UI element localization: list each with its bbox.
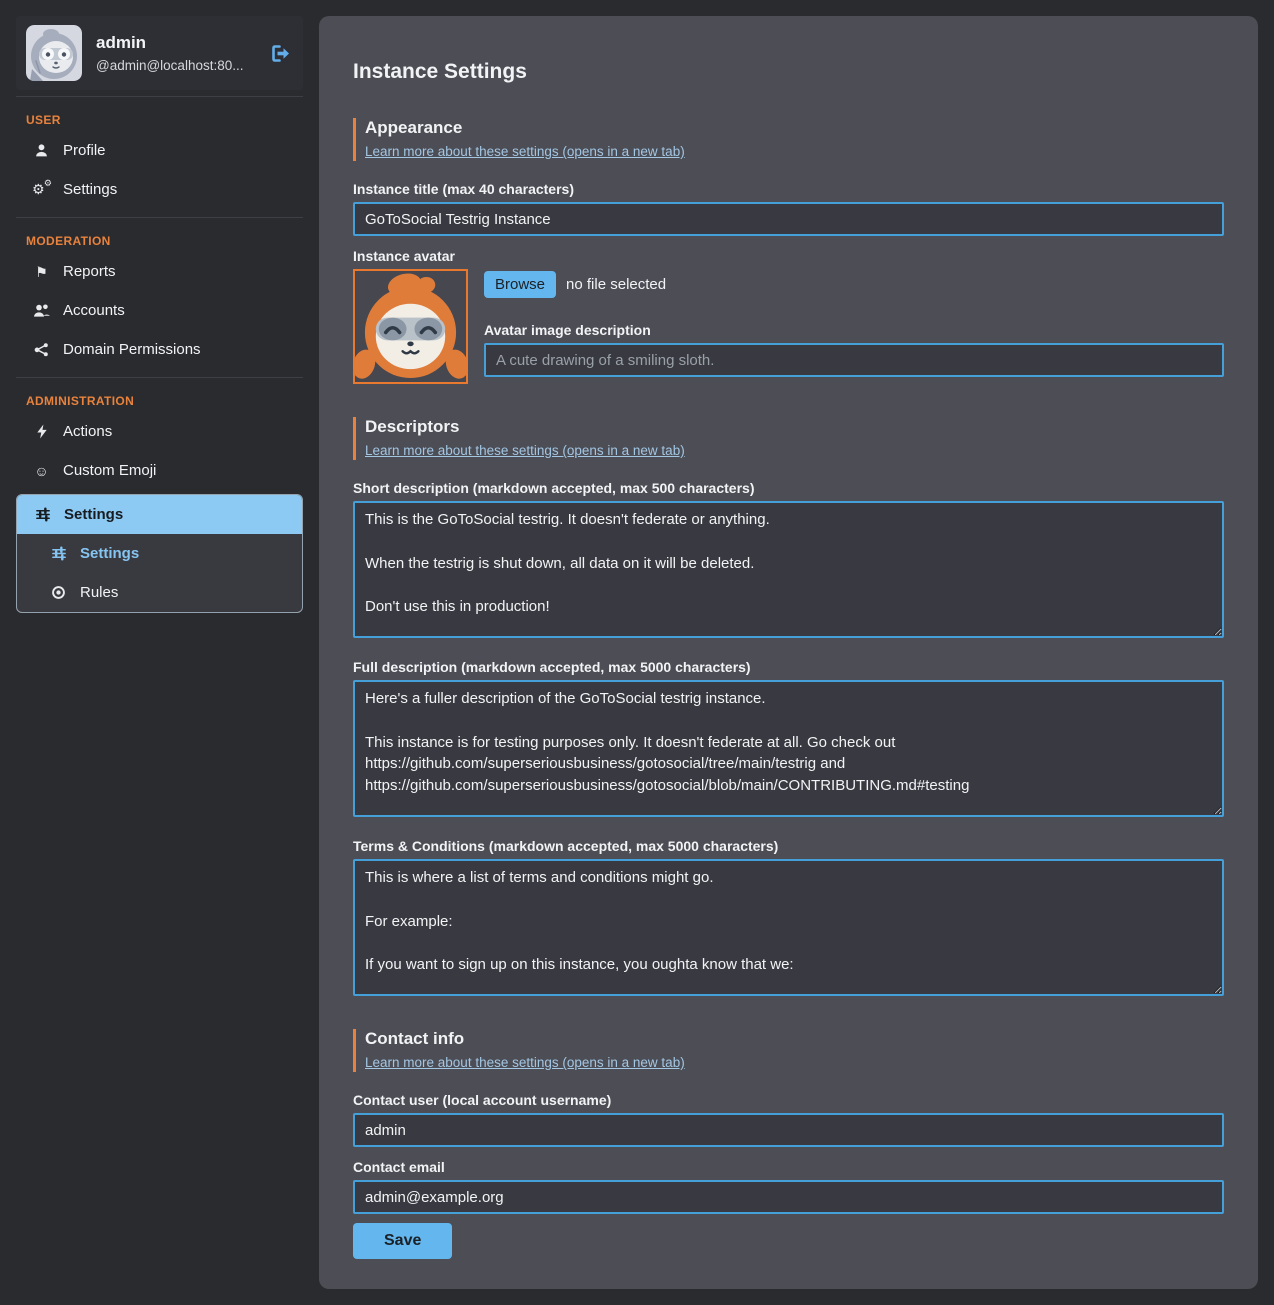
learn-more-link[interactable]: Learn more about these settings (opens i… [365, 144, 685, 159]
sidebar-item-label: Domain Permissions [63, 341, 201, 358]
section-appearance-header: Appearance Learn more about these settin… [353, 118, 1224, 161]
section-descriptors-header: Descriptors Learn more about these setti… [353, 417, 1224, 460]
section-heading: Descriptors [365, 417, 1224, 437]
terms-field: Terms & Conditions (markdown accepted, m… [353, 838, 1224, 1001]
user-icon [33, 143, 50, 158]
share-nodes-icon [33, 342, 50, 357]
learn-more-link[interactable]: Learn more about these settings (opens i… [365, 1055, 685, 1070]
user-card[interactable]: admin @admin@localhost:80... [16, 16, 303, 90]
contact-user-input[interactable] [353, 1113, 1224, 1147]
section-heading: Appearance [365, 118, 1224, 138]
instance-avatar-label: Instance avatar [353, 248, 1224, 264]
browse-button[interactable]: Browse [484, 271, 556, 298]
sidebar-item-admin-settings[interactable]: Settings [17, 495, 302, 534]
sidebar-item-label: Accounts [63, 302, 125, 319]
sidebar: admin @admin@localhost:80... USER [16, 16, 303, 621]
nav-category-label: MODERATION [16, 224, 303, 252]
settings-subnav: Settings Rules [17, 534, 302, 612]
users-icon [33, 303, 50, 318]
sidebar-item-profile[interactable]: Profile [16, 131, 303, 170]
section-heading: Contact info [365, 1029, 1224, 1049]
nav-section-moderation: MODERATION ⚑ Reports Accounts [16, 217, 303, 377]
sidebar-item-label: Actions [63, 423, 112, 440]
sliders-icon [50, 546, 67, 561]
full-description-field: Full description (markdown accepted, max… [353, 659, 1224, 822]
circle-dot-icon [50, 585, 67, 600]
avatar-description-label: Avatar image description [484, 322, 1224, 338]
bolt-icon [33, 424, 50, 439]
sidebar-item-custom-emoji[interactable]: ☺ Custom Emoji [16, 451, 303, 490]
sliders-icon [34, 507, 51, 522]
instance-avatar-image [353, 269, 468, 384]
subnav-item-label: Settings [80, 545, 139, 562]
nav-section-user: USER Profile ⚙⚙ Settings [16, 96, 303, 217]
avatar-description-input[interactable] [484, 343, 1224, 377]
nav-category-label: ADMINISTRATION [16, 384, 303, 412]
nav-section-administration: ADMINISTRATION Actions ☺ Custom Emoji [16, 377, 303, 621]
page: admin @admin@localhost:80... USER [0, 0, 1274, 1305]
nav-category-label: USER [16, 103, 303, 131]
gears-icon: ⚙⚙ [33, 182, 50, 198]
subnav-item-rules[interactable]: Rules [17, 573, 302, 612]
learn-more-link[interactable]: Learn more about these settings (opens i… [365, 443, 685, 458]
sidebar-item-label: Custom Emoji [63, 462, 156, 479]
user-meta: admin @admin@localhost:80... [96, 33, 256, 73]
contact-user-label: Contact user (local account username) [353, 1092, 1224, 1108]
short-description-field: Short description (markdown accepted, ma… [353, 480, 1224, 643]
full-description-textarea[interactable]: Here's a fuller description of the GoToS… [353, 680, 1224, 817]
sidebar-item-label: Settings [64, 506, 123, 523]
instance-title-label: Instance title (max 40 characters) [353, 181, 1224, 197]
contact-user-field: Contact user (local account username) [353, 1092, 1224, 1147]
sidebar-item-actions[interactable]: Actions [16, 412, 303, 451]
sidebar-nav: USER Profile ⚙⚙ Settings MODERATION [16, 96, 303, 621]
flag-icon: ⚑ [33, 265, 50, 279]
sidebar-item-user-settings[interactable]: ⚙⚙ Settings [16, 170, 303, 209]
logout-icon[interactable] [270, 44, 291, 63]
user-avatar [26, 25, 82, 81]
terms-textarea[interactable]: This is where a list of terms and condit… [353, 859, 1224, 996]
instance-title-field: Instance title (max 40 characters) [353, 181, 1224, 236]
page-title: Instance Settings [353, 60, 1224, 84]
terms-label: Terms & Conditions (markdown accepted, m… [353, 838, 1224, 854]
instance-settings-panel: Instance Settings Appearance Learn more … [319, 16, 1258, 1289]
subnav-item-settings[interactable]: Settings [17, 534, 302, 573]
sidebar-item-label: Profile [63, 142, 106, 159]
no-file-selected-text: no file selected [566, 276, 666, 293]
sidebar-item-domain-permissions[interactable]: Domain Permissions [16, 330, 303, 369]
full-description-label: Full description (markdown accepted, max… [353, 659, 1224, 675]
sidebar-item-reports[interactable]: ⚑ Reports [16, 252, 303, 291]
contact-email-input[interactable] [353, 1180, 1224, 1214]
contact-email-label: Contact email [353, 1159, 1224, 1175]
user-name: admin [96, 33, 256, 53]
instance-title-input[interactable] [353, 202, 1224, 236]
contact-email-field: Contact email [353, 1159, 1224, 1214]
section-contact-header: Contact info Learn more about these sett… [353, 1029, 1224, 1072]
smiley-icon: ☺ [33, 464, 50, 478]
short-description-textarea[interactable]: This is the GoToSocial testrig. It doesn… [353, 501, 1224, 638]
sidebar-item-label: Reports [63, 263, 116, 280]
sidebar-item-label: Settings [63, 181, 117, 198]
instance-avatar-field: Instance avatar [353, 248, 1224, 389]
subnav-item-label: Rules [80, 584, 118, 601]
user-handle: @admin@localhost:80... [96, 58, 256, 73]
settings-nav-group: Settings [16, 494, 303, 613]
short-description-label: Short description (markdown accepted, ma… [353, 480, 1224, 496]
sidebar-item-accounts[interactable]: Accounts [16, 291, 303, 330]
save-button[interactable]: Save [353, 1223, 452, 1259]
